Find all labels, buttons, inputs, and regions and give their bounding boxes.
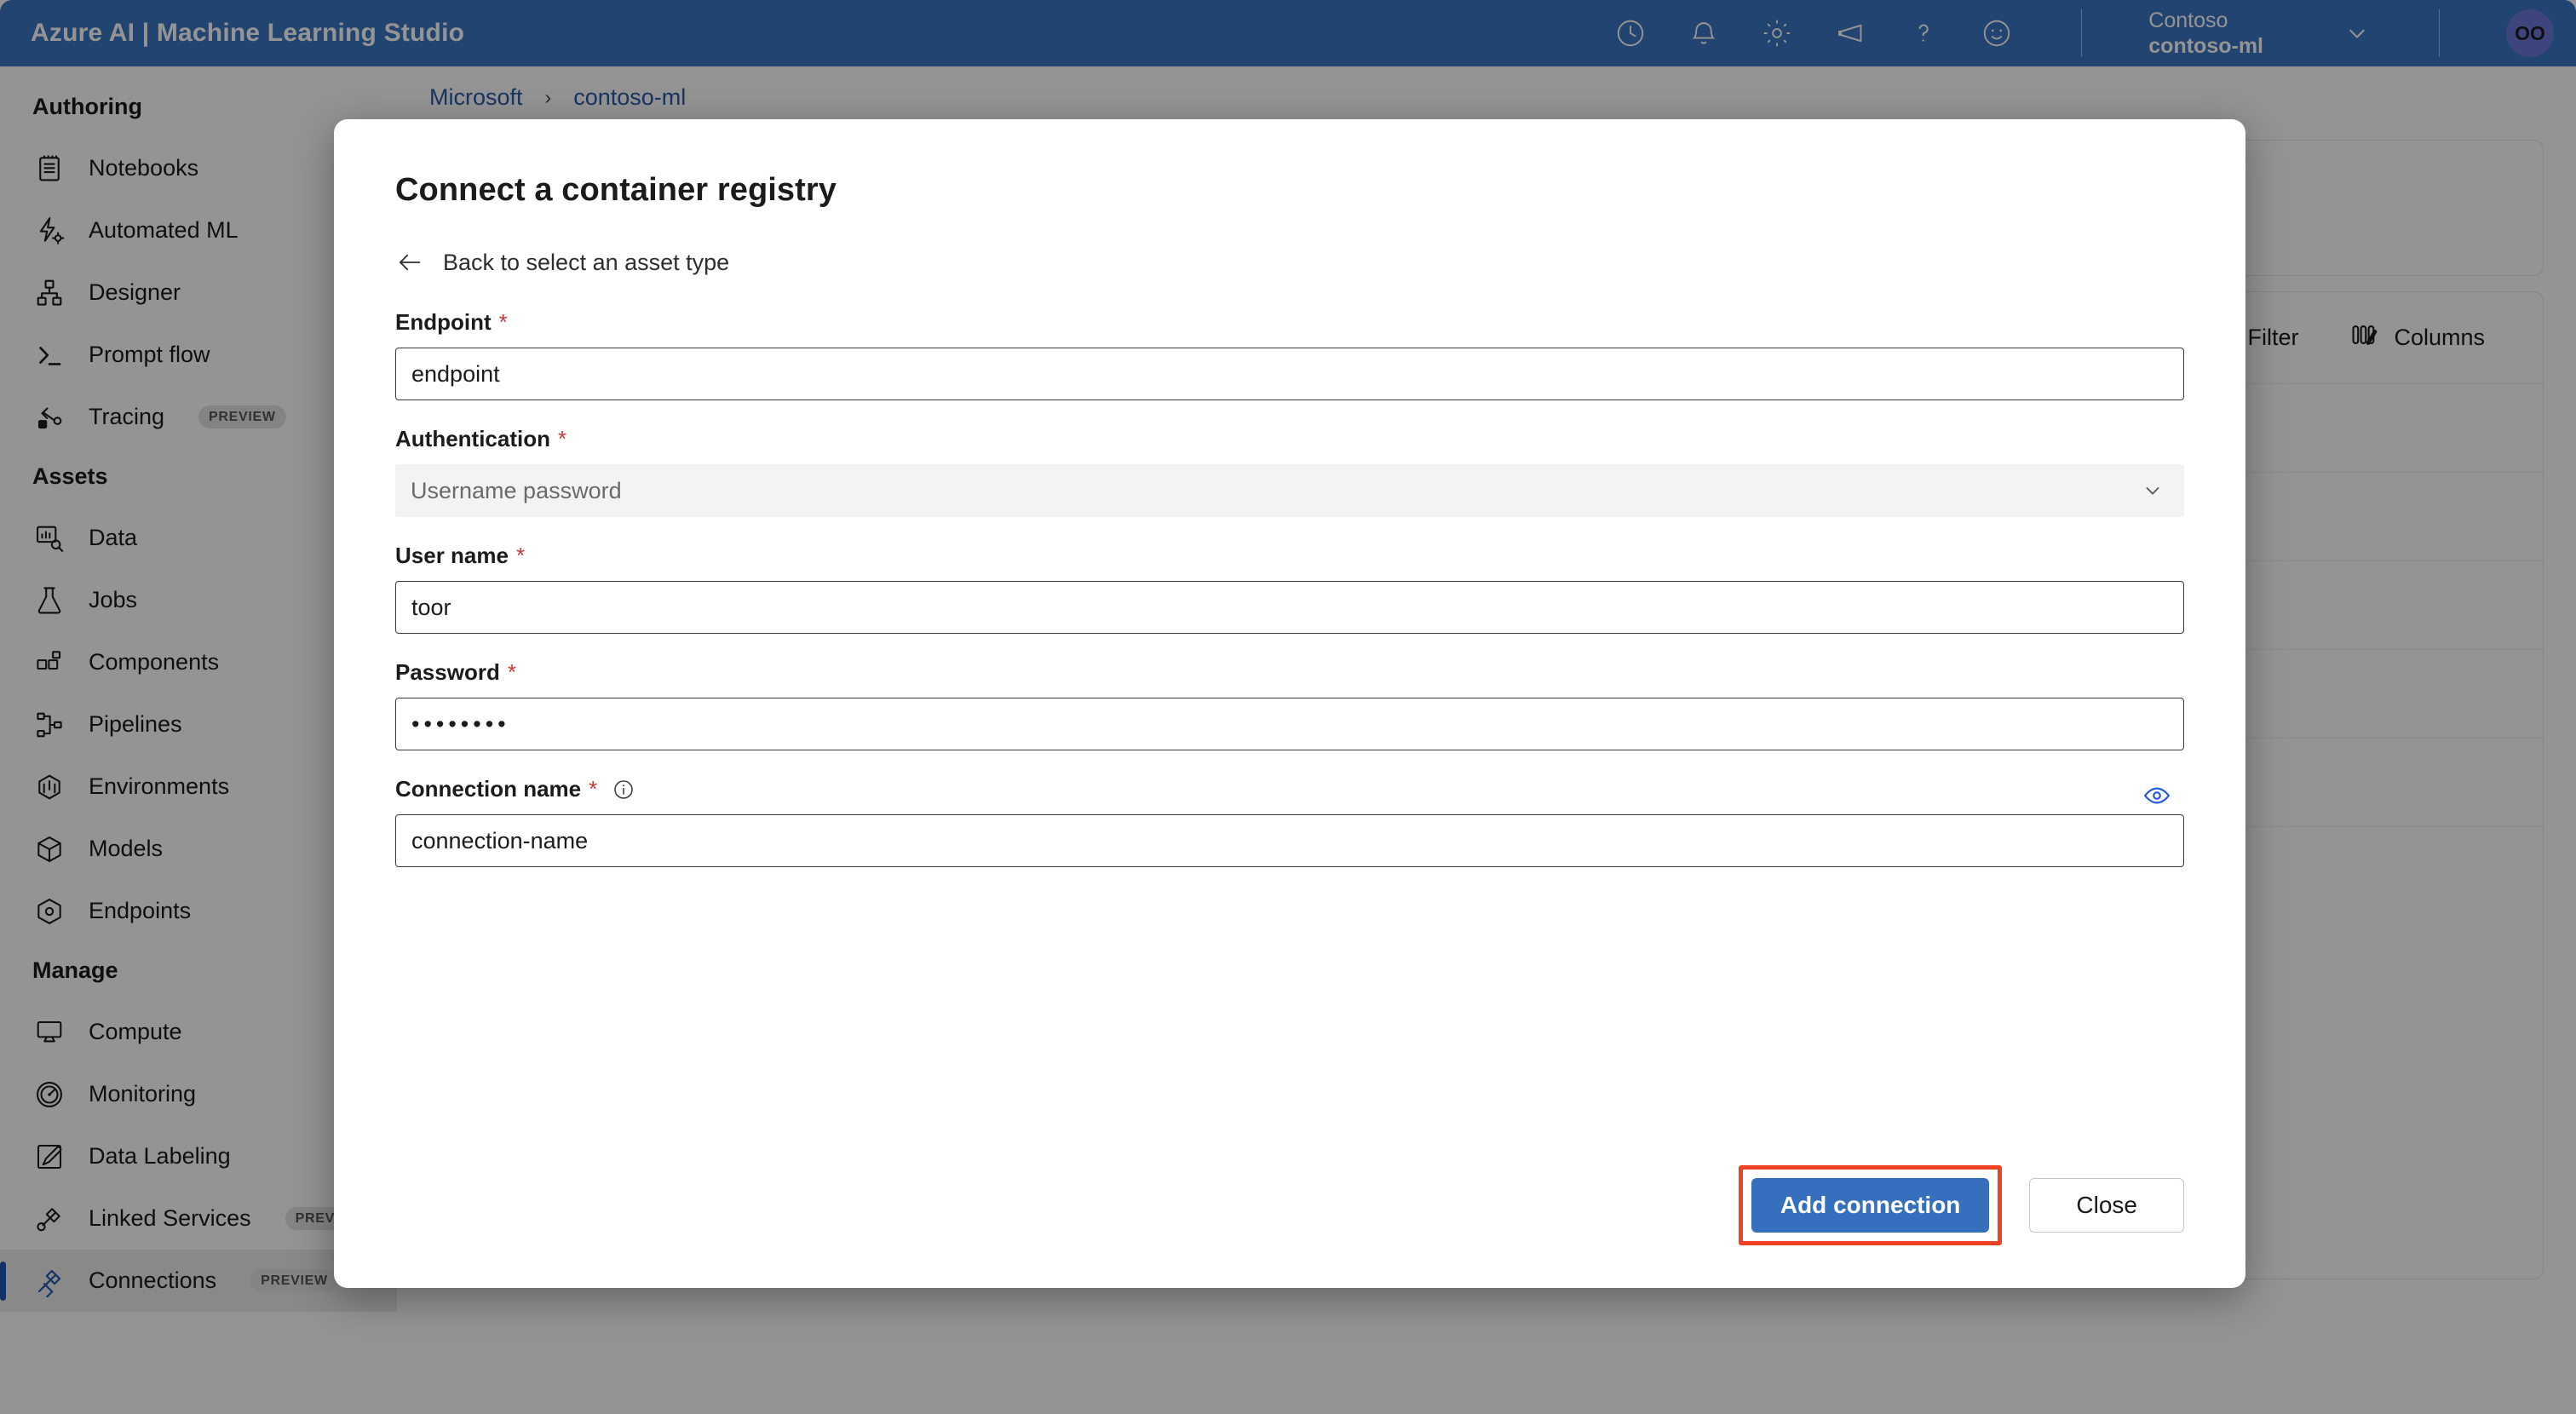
connection-name-input[interactable]: connection-name — [395, 814, 2184, 867]
required-marker: * — [589, 776, 598, 802]
endpoint-value: endpoint — [411, 360, 500, 387]
password-field-group: Password * •••••••• — [395, 659, 2184, 750]
authentication-field-group: Authentication * Username password — [395, 426, 2184, 517]
username-field-group: User name * toor — [395, 543, 2184, 634]
info-icon[interactable] — [612, 778, 635, 802]
endpoint-input[interactable]: endpoint — [395, 348, 2184, 400]
password-value: •••••••• — [411, 710, 510, 737]
required-marker: * — [498, 309, 508, 335]
show-password-toggle-icon[interactable] — [2142, 780, 2172, 811]
back-to-asset-type-link[interactable]: Back to select an asset type — [395, 248, 729, 277]
username-input[interactable]: toor — [395, 581, 2184, 634]
endpoint-label: Endpoint * — [395, 309, 2184, 336]
application-root: Azure AI | Machine Learning Studio Conto… — [0, 0, 2576, 1414]
password-label: Password * — [395, 659, 2184, 686]
connection-name-label-text: Connection name — [395, 776, 582, 802]
connection-name-label: Connection name * — [395, 776, 635, 802]
required-marker: * — [558, 426, 567, 451]
password-input[interactable]: •••••••• — [395, 698, 2184, 750]
connection-name-label-row: Connection name * — [395, 776, 2184, 814]
username-label: User name * — [395, 543, 2184, 569]
username-label-text: User name — [395, 543, 509, 568]
required-marker: * — [507, 659, 516, 685]
back-link-label: Back to select an asset type — [443, 249, 730, 275]
endpoint-label-text: Endpoint — [395, 309, 492, 335]
close-button[interactable]: Close — [2029, 1178, 2184, 1233]
authentication-value: Username password — [411, 477, 622, 503]
primary-button-highlight: Add connection — [1738, 1165, 2003, 1245]
authentication-dropdown[interactable]: Username password — [395, 464, 2184, 517]
username-value: toor — [411, 594, 451, 620]
dialog-title: Connect a container registry — [395, 172, 837, 208]
connection-name-field-group: Connection name * connection-name — [395, 776, 2184, 867]
connection-name-value: connection-name — [411, 827, 589, 854]
authentication-label: Authentication * — [395, 426, 2184, 452]
chevron-down-icon — [2140, 478, 2165, 503]
connect-container-registry-dialog: Connect a container registry Back to sel… — [334, 119, 2245, 1288]
add-connection-button[interactable]: Add connection — [1751, 1178, 1990, 1233]
endpoint-field-group: Endpoint * endpoint — [395, 309, 2184, 400]
dialog-footer: Add connection Close — [395, 1165, 2184, 1288]
authentication-label-text: Authentication — [395, 426, 550, 451]
required-marker: * — [515, 543, 526, 568]
password-label-text: Password — [395, 659, 500, 685]
arrow-left-icon — [395, 248, 424, 277]
